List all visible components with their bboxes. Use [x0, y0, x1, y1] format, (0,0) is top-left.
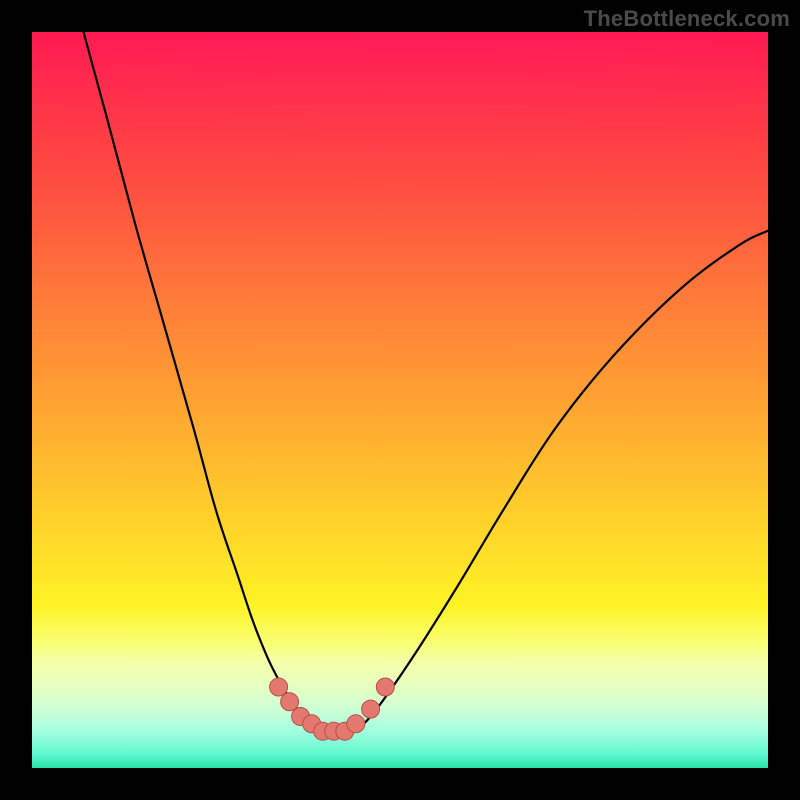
bottleneck-marker: [270, 678, 288, 696]
chart-frame: TheBottleneck.com: [0, 0, 800, 800]
left-curve: [84, 32, 323, 731]
curve-layer: [32, 32, 768, 768]
bottleneck-marker: [376, 678, 394, 696]
plot-area: [32, 32, 768, 768]
watermark-text: TheBottleneck.com: [584, 6, 790, 32]
bottleneck-marker-group: [270, 678, 395, 740]
right-curve: [356, 231, 768, 732]
bottleneck-marker: [362, 700, 380, 718]
bottleneck-marker: [347, 715, 365, 733]
bottleneck-marker: [281, 693, 299, 711]
